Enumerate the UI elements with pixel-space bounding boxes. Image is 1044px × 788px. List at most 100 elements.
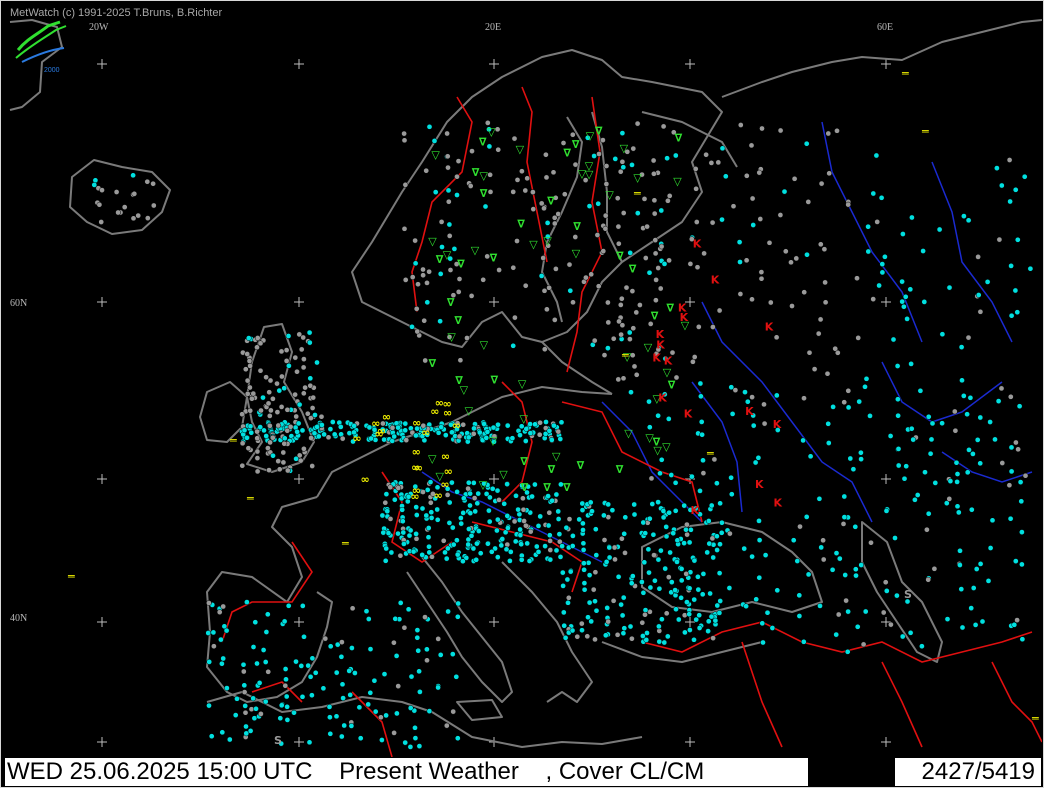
station-marker[interactable] [985, 578, 992, 584]
station-marker[interactable] [758, 269, 765, 275]
station-marker[interactable] [494, 126, 501, 133]
station-marker[interactable] [402, 427, 409, 434]
station-marker[interactable] [696, 625, 703, 631]
station-marker[interactable] [243, 723, 249, 730]
station-marker[interactable] [243, 730, 250, 737]
station-marker[interactable] [419, 552, 426, 558]
station-marker[interactable] [901, 303, 907, 310]
station-marker[interactable] [693, 185, 699, 192]
station-marker[interactable] [559, 543, 565, 549]
station-marker[interactable] [473, 556, 480, 563]
station-marker[interactable] [833, 631, 840, 638]
station-marker[interactable] [684, 521, 690, 528]
station-marker[interactable] [975, 292, 982, 298]
station-marker[interactable] [527, 430, 534, 436]
station-marker[interactable] [586, 572, 593, 578]
station-marker[interactable] [888, 621, 894, 628]
station-marker[interactable] [833, 550, 840, 556]
station-marker[interactable] [254, 660, 260, 667]
station-marker[interactable] [717, 541, 723, 548]
station-marker[interactable] [412, 735, 419, 741]
station-marker[interactable] [532, 421, 538, 428]
station-marker[interactable] [656, 585, 663, 592]
station-marker[interactable] [283, 693, 290, 700]
station-marker[interactable] [852, 566, 859, 573]
station-marker[interactable] [977, 414, 984, 421]
station-marker[interactable] [619, 130, 626, 136]
station-marker[interactable] [135, 212, 142, 219]
station-marker[interactable] [955, 509, 962, 516]
station-marker[interactable] [627, 623, 634, 630]
station-marker[interactable] [755, 454, 762, 461]
station-marker[interactable] [410, 548, 417, 555]
station-marker[interactable] [384, 508, 391, 515]
station-marker[interactable] [475, 528, 482, 534]
station-marker[interactable] [595, 200, 602, 207]
station-marker[interactable] [382, 557, 389, 564]
station-marker[interactable] [639, 619, 646, 626]
station-marker[interactable] [425, 534, 432, 541]
station-marker[interactable] [714, 547, 720, 553]
station-marker[interactable] [294, 428, 300, 435]
station-marker[interactable] [825, 130, 832, 137]
station-marker[interactable] [655, 499, 661, 505]
station-marker[interactable] [401, 225, 408, 232]
station-marker[interactable] [816, 495, 823, 502]
station-marker[interactable] [435, 684, 441, 691]
station-marker[interactable] [984, 279, 991, 285]
station-marker[interactable] [954, 479, 960, 485]
station-marker[interactable] [899, 278, 905, 285]
station-marker[interactable] [979, 618, 986, 625]
station-marker[interactable] [674, 537, 681, 544]
station-marker[interactable] [405, 606, 412, 613]
station-marker[interactable] [641, 196, 648, 202]
station-marker[interactable] [576, 516, 583, 523]
station-marker[interactable] [372, 708, 379, 715]
station-marker[interactable] [239, 440, 246, 447]
station-marker[interactable] [796, 613, 803, 619]
station-marker[interactable] [250, 695, 257, 702]
station-marker[interactable] [946, 496, 953, 502]
station-marker[interactable] [908, 361, 914, 367]
station-marker[interactable] [653, 297, 659, 304]
station-marker[interactable] [393, 653, 400, 659]
station-marker[interactable] [714, 533, 720, 540]
station-marker[interactable] [766, 239, 773, 246]
station-marker[interactable] [874, 219, 881, 225]
station-marker[interactable] [565, 599, 571, 606]
station-marker[interactable] [283, 347, 290, 353]
station-marker[interactable] [211, 643, 217, 650]
station-marker[interactable] [286, 362, 292, 369]
station-marker[interactable] [695, 324, 702, 330]
station-marker[interactable] [451, 246, 458, 252]
station-marker[interactable] [309, 405, 316, 411]
station-marker[interactable] [805, 199, 812, 205]
station-marker[interactable] [1012, 558, 1019, 564]
station-marker[interactable] [1006, 482, 1013, 489]
station-marker[interactable] [615, 573, 622, 580]
station-marker[interactable] [270, 452, 276, 459]
station-marker[interactable] [594, 232, 601, 238]
station-marker[interactable] [397, 552, 404, 559]
station-marker[interactable] [401, 130, 407, 137]
station-marker[interactable] [409, 323, 415, 330]
station-marker[interactable] [1012, 287, 1019, 294]
station-marker[interactable] [402, 420, 409, 427]
station-marker[interactable] [580, 547, 587, 553]
station-marker[interactable] [903, 463, 910, 470]
station-marker[interactable] [570, 299, 576, 306]
station-marker[interactable] [560, 140, 567, 146]
station-marker[interactable] [437, 652, 444, 658]
station-marker[interactable] [347, 692, 354, 698]
station-marker[interactable] [280, 449, 287, 456]
station-marker[interactable] [773, 392, 780, 399]
station-marker[interactable] [208, 733, 215, 740]
station-marker[interactable] [1019, 529, 1025, 535]
station-marker[interactable] [759, 125, 765, 132]
station-marker[interactable] [252, 619, 259, 626]
station-marker[interactable] [1014, 309, 1021, 316]
station-marker[interactable] [397, 600, 404, 606]
station-marker[interactable] [465, 541, 472, 548]
station-marker[interactable] [572, 234, 579, 240]
station-marker[interactable] [245, 335, 252, 341]
